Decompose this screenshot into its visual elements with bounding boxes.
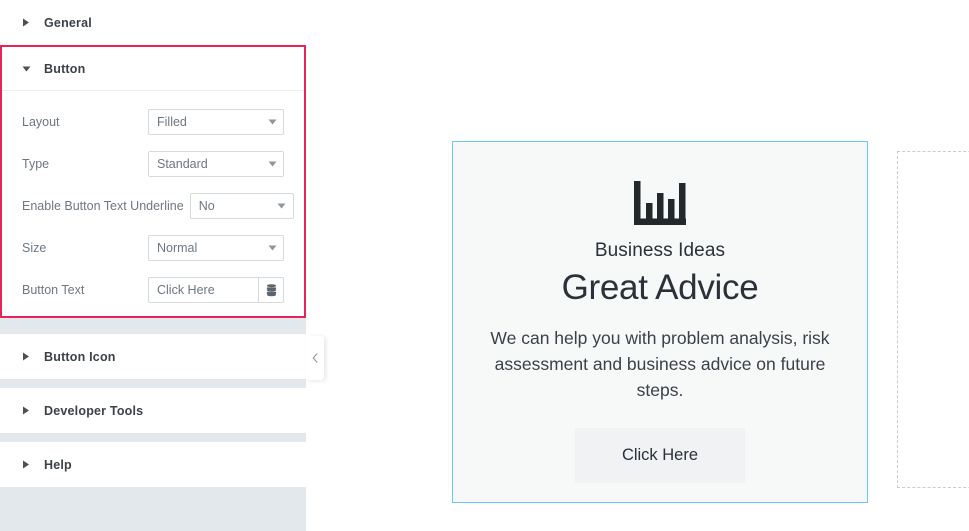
label-size: Size — [22, 241, 47, 255]
section-header-button[interactable]: Button — [0, 47, 304, 91]
section-title-button: Button — [44, 61, 86, 76]
chevron-right-icon — [22, 406, 34, 415]
control-row-layout: Layout Filled — [22, 101, 284, 143]
sidebar-collapse-handle[interactable] — [306, 336, 324, 380]
preview-card-widget[interactable]: Business Ideas Great Advice We can help … — [452, 141, 868, 503]
section-title-button-icon: Button Icon — [44, 349, 116, 364]
chevron-left-icon — [312, 353, 318, 363]
chevron-down-icon — [261, 245, 283, 251]
section-title-general: General — [44, 15, 92, 30]
control-row-size: Size Normal — [22, 227, 284, 269]
chevron-down-icon — [22, 65, 34, 73]
select-size[interactable]: Normal — [148, 235, 284, 261]
chevron-down-icon — [261, 119, 283, 125]
sidebar-section-button-icon: Button Icon — [0, 334, 306, 379]
select-size-value: Normal — [157, 241, 198, 255]
sidebar-section-help: Help — [0, 442, 306, 487]
section-header-developer-tools[interactable]: Developer Tools — [0, 388, 306, 433]
card-body-text: We can help you with problem analysis, r… — [490, 328, 830, 400]
select-layout[interactable]: Filled — [148, 109, 284, 135]
select-underline-value: No — [198, 199, 215, 213]
button-text-input[interactable] — [148, 277, 258, 303]
sidebar-section-general: General — [0, 0, 306, 45]
card-headline: Great Advice — [561, 268, 759, 307]
chevron-right-icon — [22, 352, 34, 361]
card-cta-button[interactable]: Click Here — [575, 427, 745, 483]
preview-canvas: Business Ideas Great Advice We can help … — [306, 0, 969, 531]
sidebar-section-developer-tools: Developer Tools — [0, 388, 306, 433]
button-settings-controls: Layout Filled Type Standard Enable Butto… — [0, 91, 304, 325]
label-button-text: Button Text — [22, 283, 85, 297]
card-eyebrow-text: Business Ideas — [594, 240, 726, 261]
select-enable-button-text-underline[interactable]: No — [189, 193, 294, 219]
chevron-down-icon — [271, 203, 293, 209]
database-stack-icon[interactable] — [258, 277, 284, 303]
sidebar-section-button-highlighted: Button Layout Filled Type Standard Enabl… — [0, 45, 306, 318]
section-header-button-icon[interactable]: Button Icon — [0, 334, 306, 379]
section-header-general[interactable]: General — [0, 0, 306, 45]
select-type-value: Standard — [157, 157, 208, 171]
section-title-developer-tools: Developer Tools — [44, 403, 144, 418]
select-type[interactable]: Standard — [148, 151, 284, 177]
app-root: General Button Layout Filled Type Standa… — [0, 0, 969, 531]
chevron-down-icon — [261, 161, 283, 167]
control-row-button-text: Button Text — [22, 269, 284, 311]
label-enable-button-text-underline: Enable Button Text Underline — [22, 199, 184, 213]
section-divider — [0, 433, 306, 442]
field-group-button-text — [148, 277, 284, 303]
section-title-help: Help — [44, 457, 72, 472]
chevron-right-icon — [22, 460, 34, 469]
section-header-help[interactable]: Help — [0, 442, 306, 487]
bar-chart-icon — [632, 179, 688, 227]
settings-sidebar: General Button Layout Filled Type Standa… — [0, 0, 306, 531]
label-type: Type — [22, 157, 50, 171]
chevron-right-icon — [22, 18, 34, 27]
control-row-underline: Enable Button Text Underline No — [22, 185, 294, 227]
section-divider — [0, 379, 306, 388]
empty-drop-zone[interactable] — [897, 151, 969, 488]
select-layout-value: Filled — [157, 115, 187, 129]
label-layout: Layout — [22, 115, 60, 129]
control-row-type: Type Standard — [22, 143, 284, 185]
